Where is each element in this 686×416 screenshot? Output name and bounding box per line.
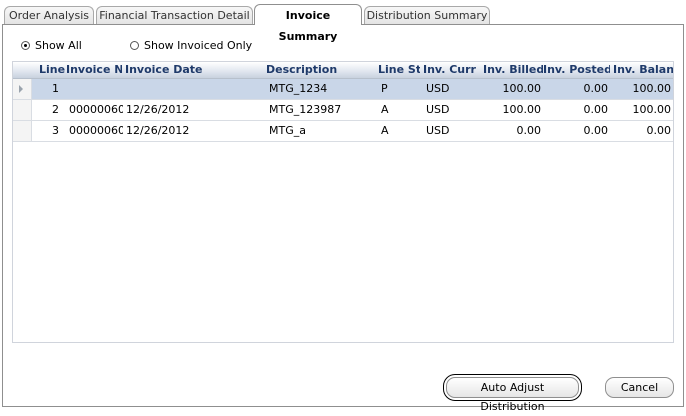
cell-description: MTG_a (269, 124, 306, 137)
cell-line-status: A (381, 103, 389, 116)
cell-posted: 0.00 (583, 124, 609, 137)
cell-currency: USD (426, 103, 450, 116)
cell-line: 2 (52, 103, 59, 116)
cell-billed: 0.00 (516, 124, 542, 137)
cell-balance: 0.00 (646, 124, 672, 137)
row-selector[interactable] (13, 121, 32, 141)
column-header-inv-billed[interactable]: Inv. Billed (483, 62, 543, 78)
cell-invoice-no: 00000060 (69, 124, 123, 137)
cell-line-status: A (381, 124, 389, 137)
cell-description: MTG_1234 (269, 82, 328, 95)
radio-unselected-icon (130, 40, 139, 50)
column-header-inv-curr[interactable]: Inv. Curr (423, 62, 481, 78)
tab-distribution-summary[interactable]: Distribution Summary (364, 6, 490, 24)
cell-invoice-date: 12/26/2012 (126, 103, 190, 116)
table-row[interactable]: 1 MTG_1234 P USD 100.00 0.00 100.00 (13, 79, 673, 100)
cell-balance: 100.00 (632, 82, 672, 95)
column-header-inv-posted[interactable]: Inv. Posted (543, 62, 610, 78)
grid-header: Line Invoice N Invoice Date Description … (13, 62, 673, 79)
cell-line-status: P (381, 82, 388, 95)
show-invoiced-only-label: Show Invoiced Only (144, 38, 253, 52)
column-header-invoice-date[interactable]: Invoice Date (125, 62, 255, 78)
tab-strip: Order Analysis Financial Transaction Det… (0, 0, 686, 43)
tab-order-analysis[interactable]: Order Analysis (4, 6, 94, 24)
tab-financial-transaction-detail[interactable]: Financial Transaction Detail (96, 6, 253, 24)
tab-invoice-summary[interactable]: Invoice Summary (254, 4, 362, 43)
cell-currency: USD (426, 82, 450, 95)
row-selector[interactable] (13, 100, 32, 120)
column-header-invoice-no[interactable]: Invoice N (66, 62, 122, 78)
show-all-label: Show All (35, 38, 82, 52)
table-row[interactable]: 3 00000060 12/26/2012 MTG_a A USD 0.00 0… (13, 121, 673, 142)
auto-adjust-distribution-button[interactable]: Auto Adjust Distribution (443, 374, 582, 413)
cell-invoice-no: 00000060 (69, 103, 123, 116)
column-header-inv-balance[interactable]: Inv. Balanc (613, 62, 673, 78)
column-header-line-status[interactable]: Line St (378, 62, 420, 78)
cell-currency: USD (426, 124, 450, 137)
column-header-description[interactable]: Description (266, 62, 374, 78)
table-row[interactable]: 2 00000060 12/26/2012 MTG_123987 A USD 1… (13, 100, 673, 121)
cell-posted: 0.00 (583, 103, 609, 116)
cell-posted: 0.00 (583, 82, 609, 95)
radio-selected-icon (21, 40, 30, 50)
row-indicator-icon (19, 85, 23, 93)
row-selector[interactable] (13, 79, 32, 99)
invoice-grid: Line Invoice N Invoice Date Description … (12, 61, 674, 343)
cell-line: 3 (52, 124, 59, 137)
cancel-button[interactable]: Cancel (605, 377, 674, 398)
cell-billed: 100.00 (502, 82, 542, 95)
cell-balance: 100.00 (632, 103, 672, 116)
show-all-radio[interactable]: Show All (21, 38, 82, 52)
cell-invoice-date: 12/26/2012 (126, 124, 190, 137)
column-header-line[interactable]: Line (39, 62, 65, 78)
cell-line: 1 (52, 82, 59, 95)
cell-billed: 100.00 (502, 103, 542, 116)
cell-invoice-date (126, 79, 256, 99)
cell-invoice-no (69, 79, 123, 99)
cell-description: MTG_123987 (269, 103, 342, 116)
show-invoiced-only-radio[interactable]: Show Invoiced Only (130, 38, 252, 52)
